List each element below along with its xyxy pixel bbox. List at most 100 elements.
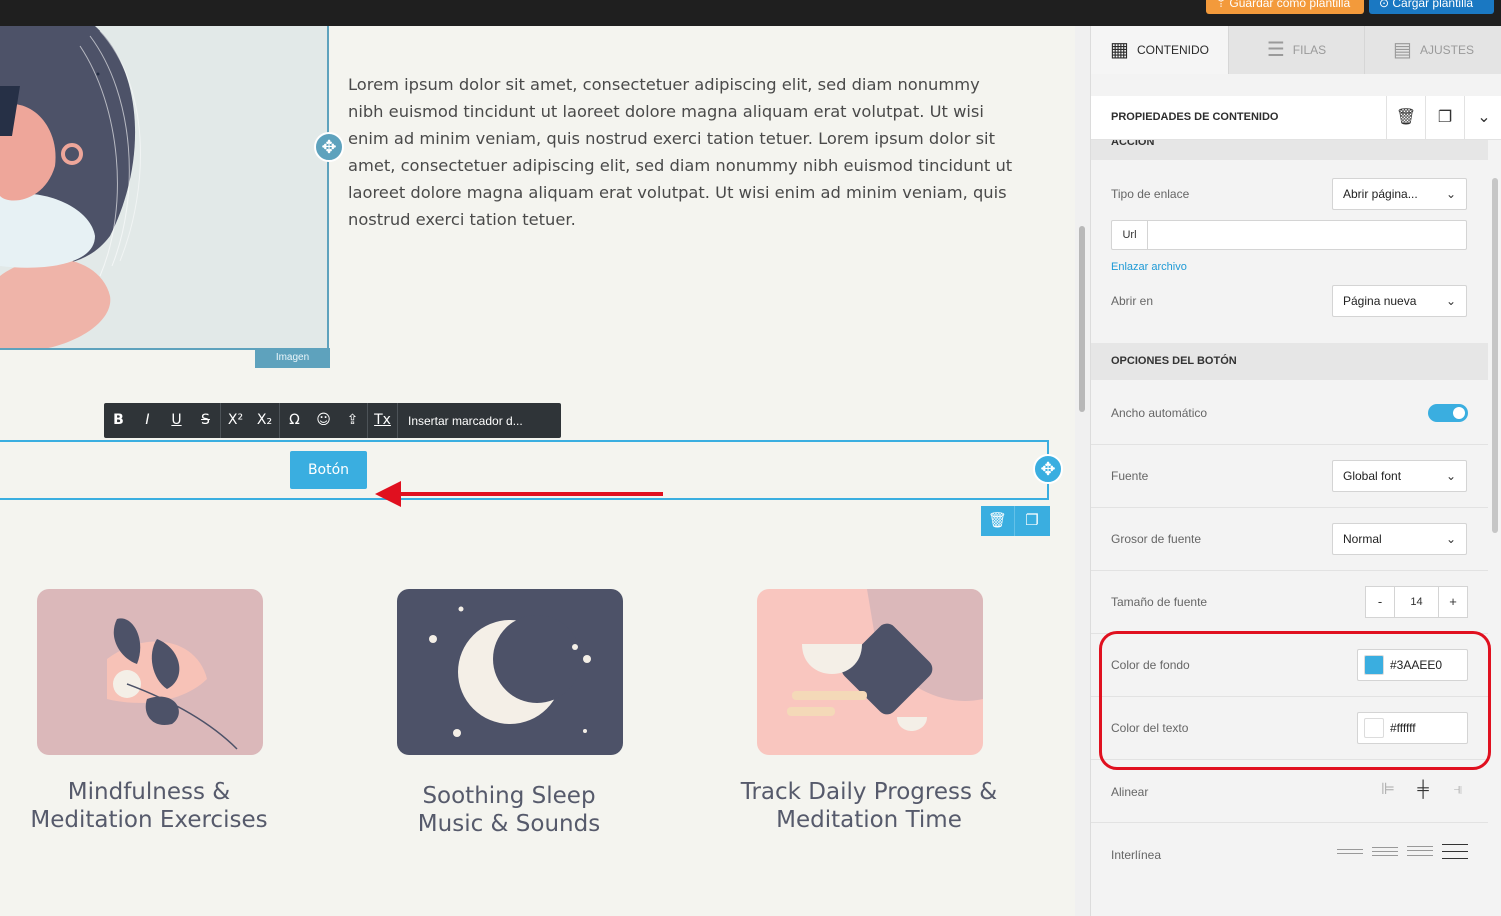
align-label: Alinear bbox=[1111, 785, 1149, 799]
open-in-value: Página nueva bbox=[1343, 294, 1417, 308]
font-size-input[interactable]: 14 bbox=[1394, 587, 1439, 617]
duplicate-block-icon[interactable]: ❐ bbox=[1015, 506, 1049, 536]
progress-card-image bbox=[757, 589, 983, 755]
emoji-button[interactable]: ☺ bbox=[309, 403, 338, 438]
action-section-header: ACCIÓN bbox=[1091, 140, 1488, 160]
feature-title: Track Daily Progress & Meditation Time bbox=[719, 778, 1019, 834]
link-type-select[interactable]: Abrir página... ⌄ bbox=[1332, 178, 1467, 210]
load-template-label: Cargar plantilla bbox=[1392, 0, 1474, 10]
bold-button[interactable]: B bbox=[104, 403, 133, 438]
feature-title-line: Track Daily Progress & bbox=[740, 779, 998, 805]
toggle-knob bbox=[1453, 407, 1465, 419]
feature-title-line: Mindfulness & bbox=[67, 779, 231, 805]
line-height-small-icon[interactable] bbox=[1337, 849, 1363, 869]
panel-tabs: ▦ CONTENIDO ☰ FILAS ▤ AJUSTES bbox=[1091, 26, 1501, 74]
panel-scrollbar[interactable] bbox=[1489, 140, 1501, 916]
flower-illustration bbox=[107, 618, 238, 750]
canvas-scrollbar-thumb[interactable] bbox=[1079, 226, 1085, 412]
line-height-large-icon[interactable] bbox=[1407, 846, 1433, 866]
feature-title: Soothing Sleep Music & Sounds bbox=[359, 782, 659, 838]
mindfulness-card-image bbox=[37, 589, 263, 755]
upload-button[interactable]: ⇪ bbox=[338, 403, 367, 438]
sleep-card-image bbox=[397, 589, 623, 755]
font-weight-value: Normal bbox=[1343, 532, 1382, 546]
chevron-down-icon: ⌄ bbox=[1445, 532, 1456, 546]
superscript-button[interactable]: X² bbox=[221, 403, 250, 438]
tab-label: AJUSTES bbox=[1419, 43, 1474, 57]
align-left-icon[interactable]: ⊫ bbox=[1378, 780, 1398, 800]
font-size-stepper: - 14 + bbox=[1365, 586, 1468, 618]
button-move-handle-icon[interactable]: ✥ bbox=[1033, 454, 1063, 484]
chevron-down-icon[interactable]: ⌄ bbox=[1464, 96, 1501, 140]
special-character-button[interactable]: Ω bbox=[280, 403, 309, 438]
button-options-header: OPCIONES DEL BOTÓN bbox=[1091, 343, 1488, 380]
clear-format-button[interactable]: Tx bbox=[368, 403, 397, 438]
tab-filas[interactable]: ☰ FILAS bbox=[1229, 26, 1365, 74]
editor-canvas: Imagen ✥ Lorem ipsum dolor sit amet, con… bbox=[0, 26, 1075, 916]
chevron-down-icon: ⌄ bbox=[1445, 187, 1456, 201]
image-block-label: Imagen bbox=[255, 348, 330, 368]
font-select[interactable]: Global font ⌄ bbox=[1332, 460, 1467, 492]
url-field[interactable]: Url bbox=[1111, 220, 1467, 250]
link-file-link[interactable]: Enlazar archivo bbox=[1111, 261, 1187, 273]
feature-title-line: Soothing Sleep bbox=[422, 783, 596, 809]
properties-panel: ▦ CONTENIDO ☰ FILAS ▤ AJUSTES PROPIEDADE… bbox=[1090, 26, 1501, 916]
link-type-value: Abrir página... bbox=[1343, 187, 1418, 201]
font-size-label: Tamaño de fuente bbox=[1111, 595, 1208, 609]
font-weight-label: Grosor de fuente bbox=[1111, 532, 1202, 546]
progress-illustration bbox=[787, 589, 983, 731]
button-element[interactable]: Botón bbox=[290, 451, 367, 489]
feature-title-line: Music & Sounds bbox=[417, 811, 601, 837]
meditation-illustration bbox=[0, 26, 327, 348]
image-move-handle-icon[interactable]: ✥ bbox=[314, 132, 344, 162]
feature-title-line: Meditation Time bbox=[776, 807, 962, 833]
save-template-label: Guardar como plantilla bbox=[1229, 0, 1351, 10]
font-size-decrement-button[interactable]: - bbox=[1366, 587, 1394, 617]
row-divider bbox=[1091, 507, 1488, 508]
grid-icon: ▦ bbox=[1110, 39, 1129, 61]
duplicate-icon[interactable]: ❐ bbox=[1425, 96, 1464, 140]
url-label: Url bbox=[1112, 221, 1148, 249]
delete-block-icon[interactable]: 🗑 bbox=[981, 506, 1015, 536]
font-size-increment-button[interactable]: + bbox=[1439, 587, 1467, 617]
red-highlight-annotation bbox=[1099, 631, 1491, 770]
feature-title: Mindfulness & Meditation Exercises bbox=[0, 778, 299, 834]
tab-ajustes[interactable]: ▤ AJUSTES bbox=[1365, 26, 1501, 74]
line-height-label: Interlínea bbox=[1111, 848, 1162, 862]
tab-contenido[interactable]: ▦ CONTENIDO bbox=[1091, 26, 1229, 74]
save-template-button[interactable]: ⇡ Guardar como plantilla bbox=[1206, 0, 1364, 14]
auto-width-toggle[interactable] bbox=[1428, 404, 1468, 422]
rows-icon: ☰ bbox=[1266, 39, 1285, 61]
red-arrow-annotation bbox=[375, 481, 663, 507]
content-properties-title: PROPIEDADES DE CONTENIDO bbox=[1111, 111, 1279, 123]
subscript-button[interactable]: X₂ bbox=[250, 403, 279, 438]
trash-icon[interactable]: 🗑 bbox=[1386, 96, 1425, 140]
hero-image[interactable] bbox=[0, 26, 329, 350]
top-bar: ⇡ Guardar como plantilla ⊙ Cargar planti… bbox=[0, 0, 1501, 26]
align-right-icon[interactable]: ⫣ bbox=[1448, 780, 1468, 800]
tab-label: CONTENIDO bbox=[1136, 43, 1209, 57]
open-in-select[interactable]: Página nueva ⌄ bbox=[1332, 285, 1467, 317]
font-weight-select[interactable]: Normal ⌄ bbox=[1332, 523, 1467, 555]
canvas-scrollbar[interactable] bbox=[1075, 26, 1090, 916]
chevron-down-icon: ⌄ bbox=[1445, 469, 1456, 483]
underline-button[interactable]: U bbox=[162, 403, 191, 438]
settings-list-icon: ▤ bbox=[1393, 39, 1412, 61]
row-divider bbox=[1091, 570, 1488, 571]
moon-illustration bbox=[429, 606, 591, 737]
panel-scrollbar-thumb[interactable] bbox=[1492, 178, 1498, 533]
align-center-icon[interactable]: ╪ bbox=[1413, 780, 1433, 800]
italic-button[interactable]: I bbox=[133, 403, 162, 438]
strikethrough-button[interactable]: S bbox=[191, 403, 220, 438]
feature-title-line: Meditation Exercises bbox=[30, 807, 268, 833]
insert-merge-tag-dropdown[interactable]: Insertar marcador d... bbox=[398, 414, 523, 428]
open-in-label: Abrir en bbox=[1111, 294, 1154, 308]
line-height-xlarge-icon[interactable] bbox=[1442, 844, 1468, 864]
auto-width-label: Ancho automático bbox=[1111, 406, 1208, 420]
line-height-medium-icon[interactable] bbox=[1372, 847, 1398, 867]
paragraph-text[interactable]: Lorem ipsum dolor sit amet, consectetuer… bbox=[348, 71, 1018, 233]
load-template-button[interactable]: ⊙ Cargar plantilla bbox=[1369, 0, 1494, 14]
row-divider bbox=[1091, 444, 1488, 445]
block-actions: 🗑 ❐ bbox=[981, 506, 1050, 536]
link-type-label: Tipo de enlace bbox=[1111, 187, 1190, 201]
